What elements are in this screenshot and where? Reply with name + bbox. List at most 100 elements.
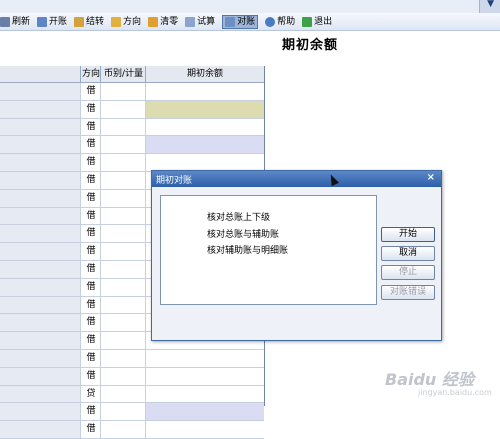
account-cell[interactable]	[0, 332, 80, 349]
stop-button[interactable]: 停止	[381, 265, 435, 280]
account-cell[interactable]	[0, 225, 80, 243]
trial-balance-button[interactable]: 试算	[185, 16, 215, 28]
direction-cell[interactable]: 借	[80, 296, 101, 314]
currency-cell[interactable]	[100, 367, 146, 385]
direction-cell[interactable]: 借	[80, 260, 101, 278]
currency-cell[interactable]	[100, 225, 146, 243]
account-cell[interactable]	[0, 154, 80, 171]
balance-cell[interactable]	[145, 136, 264, 154]
direction-cell[interactable]: 借	[80, 83, 101, 100]
account-cell[interactable]	[0, 118, 80, 136]
currency-cell[interactable]	[100, 171, 146, 189]
direction-cell[interactable]: 借	[80, 314, 101, 332]
currency-cell[interactable]	[100, 421, 146, 438]
exit-button[interactable]: 退出	[302, 16, 332, 28]
currency-cell[interactable]	[100, 136, 146, 154]
table-row[interactable]: 借	[0, 349, 264, 368]
currency-cell[interactable]	[100, 260, 146, 278]
direction-cell[interactable]: 借	[80, 332, 101, 349]
currency-cell[interactable]	[100, 189, 146, 207]
account-cell[interactable]	[0, 83, 80, 100]
account-cell[interactable]	[0, 260, 80, 278]
currency-cell[interactable]	[100, 332, 146, 349]
direction-cell[interactable]: 借	[80, 243, 101, 260]
currency-cell[interactable]	[100, 314, 146, 332]
balance-cell[interactable]	[145, 367, 264, 385]
direction-cell[interactable]: 借	[80, 225, 101, 243]
currency-cell[interactable]	[100, 278, 146, 296]
check-ledger-vs-auxiliary[interactable]: 核对总账与辅助账	[207, 227, 279, 240]
direction-icon	[111, 16, 122, 27]
check-ledger-levels[interactable]: 核对总账上下级	[207, 210, 270, 223]
currency-cell[interactable]	[100, 118, 146, 136]
table-row[interactable]: 借	[0, 83, 264, 101]
account-cell[interactable]	[0, 243, 80, 260]
start-button[interactable]: 开始	[381, 227, 435, 242]
direction-cell[interactable]: 借	[80, 100, 101, 118]
check-auxiliary-vs-detail[interactable]: 核对辅助账与明细账	[207, 243, 288, 256]
table-row[interactable]: 借	[0, 100, 264, 119]
currency-cell[interactable]	[100, 349, 146, 367]
balance-cell[interactable]	[145, 385, 264, 403]
currency-cell[interactable]	[100, 207, 146, 225]
direction-cell[interactable]: 借	[80, 118, 101, 136]
direction-cell[interactable]: 借	[80, 171, 101, 189]
currency-cell[interactable]	[100, 243, 146, 260]
account-cell[interactable]	[0, 278, 80, 296]
direction-cell[interactable]: 借	[80, 367, 101, 385]
table-row[interactable]: 借	[0, 367, 264, 386]
direction-cell[interactable]: 借	[80, 349, 101, 367]
table-row[interactable]: 借	[0, 118, 264, 137]
cancel-button[interactable]: 取消	[381, 246, 435, 261]
balance-cell[interactable]	[145, 154, 264, 171]
help-button[interactable]: 帮助	[265, 16, 295, 28]
close-icon[interactable]: ×	[427, 172, 435, 183]
open-account-button[interactable]: 开账	[37, 16, 67, 28]
table-row[interactable]: 借	[0, 403, 264, 422]
balance-cell[interactable]	[145, 118, 264, 136]
table-row[interactable]: 借	[0, 421, 264, 439]
currency-cell[interactable]	[100, 296, 146, 314]
balance-cell[interactable]	[145, 421, 264, 438]
table-row[interactable]: 借	[0, 136, 264, 155]
direction-cell[interactable]: 借	[80, 189, 101, 207]
account-cell[interactable]	[0, 349, 80, 367]
reconcile-errors-button[interactable]: 对账错误	[381, 285, 435, 300]
account-cell[interactable]	[0, 367, 80, 385]
direction-cell[interactable]: 借	[80, 421, 101, 438]
account-cell[interactable]	[0, 296, 80, 314]
clear-button[interactable]: 清零	[148, 16, 178, 28]
currency-cell[interactable]	[100, 100, 146, 118]
direction-button[interactable]: 方向	[111, 16, 141, 28]
carryover-button[interactable]: 结转	[74, 16, 104, 28]
currency-cell[interactable]	[100, 154, 146, 171]
toolbar: 刷新 开账 结转 方向 清零 试算 对账 帮助 退出	[0, 13, 500, 31]
header-account	[0, 66, 80, 82]
direction-cell[interactable]: 借	[80, 136, 101, 154]
account-cell[interactable]	[0, 171, 80, 189]
refresh-button[interactable]: 刷新	[0, 16, 30, 28]
table-row[interactable]: 贷	[0, 385, 264, 404]
window-top-strip	[0, 0, 500, 13]
header-direction: 方向	[80, 66, 101, 82]
account-cell[interactable]	[0, 207, 80, 225]
currency-cell[interactable]	[100, 385, 146, 403]
account-cell[interactable]	[0, 421, 80, 438]
reconcile-options-box: 核对总账上下级 核对总账与辅助账 核对辅助账与明细账	[160, 195, 377, 305]
balance-cell[interactable]	[145, 83, 264, 100]
account-cell[interactable]	[0, 314, 80, 332]
direction-cell[interactable]: 借	[80, 278, 101, 296]
dialog-titlebar[interactable]: 期初对账 ×	[152, 171, 441, 187]
balance-cell[interactable]	[145, 100, 264, 118]
reconcile-button[interactable]: 对账	[222, 14, 259, 29]
collapse-button[interactable]: ▼	[479, 0, 500, 13]
direction-cell[interactable]: 贷	[80, 385, 101, 403]
account-cell[interactable]	[0, 100, 80, 118]
account-cell[interactable]	[0, 189, 80, 207]
balance-cell[interactable]	[145, 349, 264, 367]
direction-cell[interactable]: 借	[80, 207, 101, 225]
direction-cell[interactable]: 借	[80, 154, 101, 171]
account-cell[interactable]	[0, 136, 80, 154]
currency-cell[interactable]	[100, 83, 146, 100]
account-cell[interactable]	[0, 385, 80, 403]
